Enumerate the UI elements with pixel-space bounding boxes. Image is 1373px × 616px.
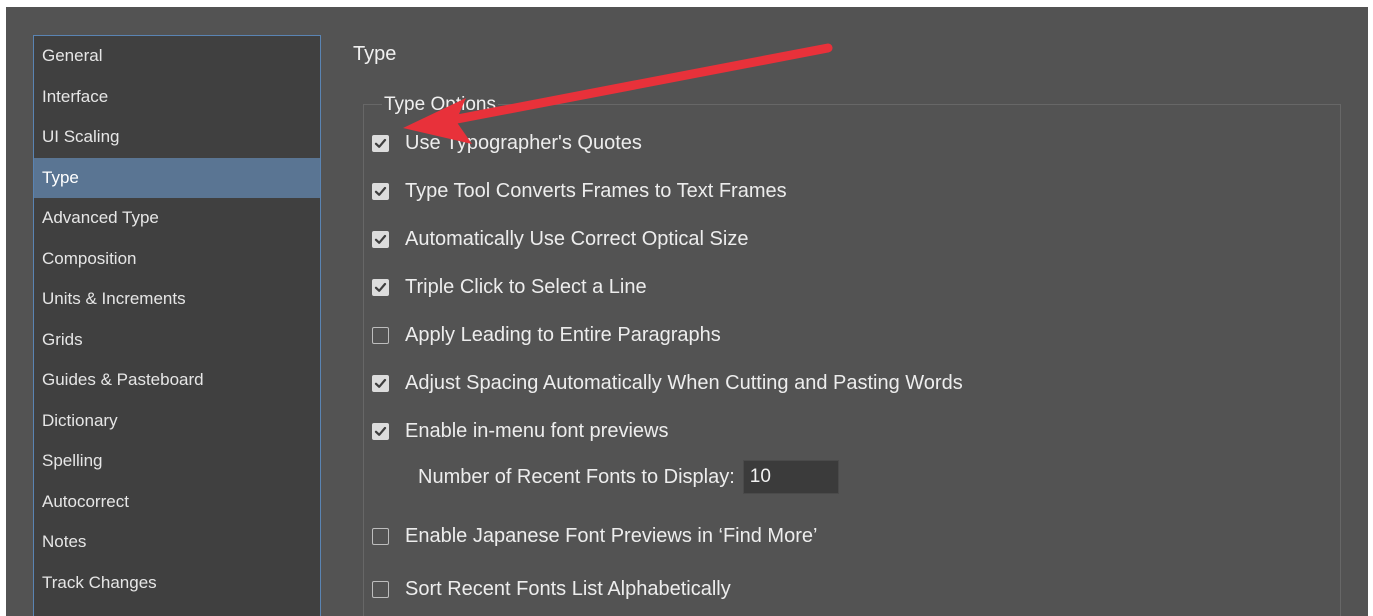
checkbox[interactable] bbox=[372, 580, 389, 598]
recent-fonts-row: Number of Recent Fonts to Display: bbox=[418, 459, 839, 495]
option-type-tool-converts-frames[interactable]: Type Tool Converts Frames to Text Frames bbox=[372, 177, 787, 205]
checkbox[interactable] bbox=[372, 374, 389, 392]
checkbox[interactable] bbox=[372, 182, 389, 200]
option-apply-leading[interactable]: Apply Leading to Entire Paragraphs bbox=[372, 321, 721, 349]
sidebar-item-composition[interactable]: Composition bbox=[34, 239, 320, 280]
checkbox[interactable] bbox=[372, 230, 389, 248]
option-in-menu-font-previews[interactable]: Enable in-menu font previews bbox=[372, 417, 668, 445]
sidebar-item-type[interactable]: Type bbox=[34, 157, 320, 198]
preferences-window: General Interface UI Scaling Type Advanc… bbox=[6, 7, 1368, 616]
sidebar-item-ui-scaling[interactable]: UI Scaling bbox=[34, 117, 320, 158]
option-sort-recent-fonts[interactable]: Sort Recent Fonts List Alphabetically bbox=[372, 575, 731, 603]
sidebar-item-general[interactable]: General bbox=[34, 36, 320, 77]
page-title: Type bbox=[353, 43, 397, 65]
option-label: Type Tool Converts Frames to Text Frames bbox=[405, 179, 787, 202]
checkmark-icon bbox=[374, 282, 387, 292]
option-label: Triple Click to Select a Line bbox=[405, 275, 647, 298]
checkmark-icon bbox=[374, 378, 387, 388]
option-label: Automatically Use Correct Optical Size bbox=[405, 227, 749, 250]
checkmark-icon bbox=[374, 186, 387, 196]
checkbox[interactable] bbox=[372, 326, 389, 344]
option-label: Adjust Spacing Automatically When Cuttin… bbox=[405, 371, 963, 394]
recent-fonts-input[interactable] bbox=[742, 460, 839, 494]
checkbox[interactable] bbox=[372, 134, 389, 152]
option-label: Use Typographer's Quotes bbox=[405, 131, 642, 154]
option-label: Sort Recent Fonts List Alphabetically bbox=[405, 577, 731, 600]
option-typographers-quotes[interactable]: Use Typographer's Quotes bbox=[372, 129, 642, 157]
sidebar-item-advanced-type[interactable]: Advanced Type bbox=[34, 198, 320, 239]
recent-fonts-label: Number of Recent Fonts to Display: bbox=[418, 465, 735, 488]
checkbox[interactable] bbox=[372, 278, 389, 296]
sidebar-item-track-changes[interactable]: Track Changes bbox=[34, 563, 320, 604]
checkbox[interactable] bbox=[372, 527, 389, 545]
sidebar-item-guides-pasteboard[interactable]: Guides & Pasteboard bbox=[34, 360, 320, 401]
checkmark-icon bbox=[374, 426, 387, 436]
sidebar-item-dictionary[interactable]: Dictionary bbox=[34, 401, 320, 442]
sidebar-item-notes[interactable]: Notes bbox=[34, 522, 320, 563]
option-adjust-spacing[interactable]: Adjust Spacing Automatically When Cuttin… bbox=[372, 369, 963, 397]
checkbox[interactable] bbox=[372, 422, 389, 440]
option-label: Apply Leading to Entire Paragraphs bbox=[405, 323, 721, 346]
option-label: Enable Japanese Font Previews in ‘Find M… bbox=[405, 524, 818, 547]
option-label: Enable in-menu font previews bbox=[405, 419, 669, 442]
sidebar-item-autocorrect[interactable]: Autocorrect bbox=[34, 482, 320, 523]
sidebar-item-grids[interactable]: Grids bbox=[34, 320, 320, 361]
checkmark-icon bbox=[374, 234, 387, 244]
sidebar-item-units-increments[interactable]: Units & Increments bbox=[34, 279, 320, 320]
option-japanese-font-previews[interactable]: Enable Japanese Font Previews in ‘Find M… bbox=[372, 522, 817, 550]
preferences-sidebar: General Interface UI Scaling Type Advanc… bbox=[33, 35, 321, 616]
checkmark-icon bbox=[374, 138, 387, 148]
option-triple-click-line[interactable]: Triple Click to Select a Line bbox=[372, 273, 647, 301]
group-title: Type Options bbox=[382, 94, 498, 116]
sidebar-item-interface[interactable]: Interface bbox=[34, 77, 320, 118]
sidebar-item-spelling[interactable]: Spelling bbox=[34, 441, 320, 482]
option-correct-optical-size[interactable]: Automatically Use Correct Optical Size bbox=[372, 225, 748, 253]
